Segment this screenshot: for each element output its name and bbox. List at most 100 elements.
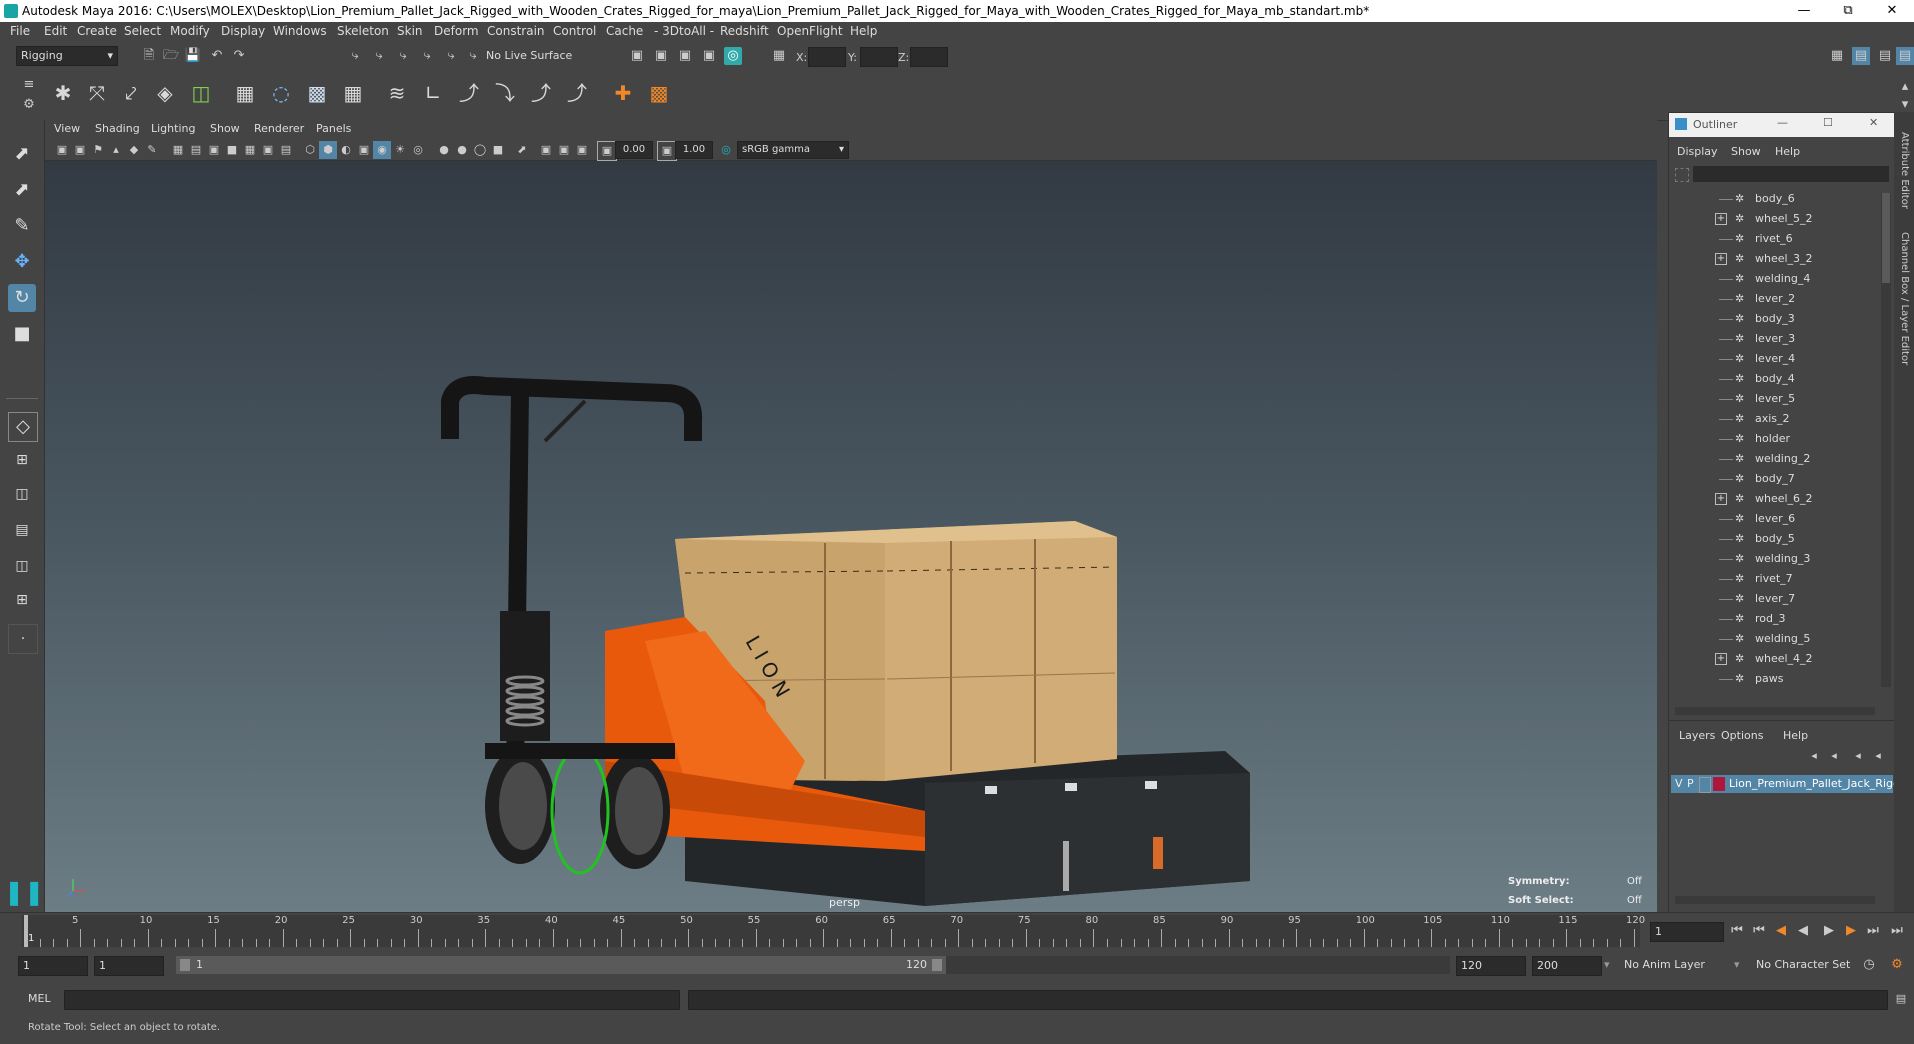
go-to-start-icon[interactable]: ⏮ bbox=[1728, 922, 1746, 940]
lattice-icon[interactable]: ▦ bbox=[338, 78, 368, 108]
exposure-icon[interactable]: ▣ bbox=[597, 141, 617, 161]
outliner-item[interactable]: + ✲ wheel_6_2 bbox=[1669, 489, 1879, 509]
menu-select[interactable]: Select bbox=[124, 24, 161, 38]
outliner-item[interactable]: ✲ paws bbox=[1669, 669, 1879, 689]
character-set-dropdown[interactable]: No Character Set bbox=[1756, 958, 1850, 971]
outliner-menu-show[interactable]: Show bbox=[1731, 145, 1761, 158]
panel-menu-show[interactable]: Show bbox=[210, 122, 240, 135]
go-to-end-icon[interactable]: ⏭ bbox=[1888, 922, 1906, 940]
menu-edit[interactable]: Edit bbox=[44, 24, 67, 38]
hypershade-icon[interactable]: ◎ bbox=[724, 47, 742, 65]
select-object-icon[interactable]: ⤷ bbox=[370, 47, 388, 65]
menu-create[interactable]: Create bbox=[77, 24, 117, 38]
parent-constraint-icon[interactable]: ≋ bbox=[382, 78, 412, 108]
shelf-tab-menu-icon[interactable]: ≡ bbox=[20, 76, 38, 94]
outliner-item[interactable]: ✲ rod_3 bbox=[1669, 609, 1879, 629]
grid-toggle-icon[interactable]: ▦ bbox=[169, 141, 187, 159]
joint-tool-icon[interactable]: ✱ bbox=[48, 78, 78, 108]
anim-layer-dropdown[interactable]: No Anim Layer bbox=[1624, 958, 1705, 971]
range-end-handle[interactable] bbox=[932, 959, 942, 971]
wireframe-icon[interactable]: ⬡ bbox=[301, 141, 319, 159]
quick-rig-icon[interactable]: ▦ bbox=[230, 78, 260, 108]
menu-redshift[interactable]: Redshift bbox=[720, 24, 769, 38]
outliner-item[interactable]: + ✲ wheel_4_2 bbox=[1669, 649, 1879, 669]
select-component-icon[interactable]: ⤷ bbox=[394, 47, 412, 65]
layer-type-toggle[interactable] bbox=[1699, 777, 1711, 793]
image-plane-icon[interactable]: ▴ bbox=[107, 141, 125, 159]
attribute-editor-toggle-icon[interactable]: ▤ bbox=[1852, 47, 1870, 65]
smooth-shade-icon[interactable]: ⬢ bbox=[319, 141, 337, 159]
depth-of-field-icon[interactable]: ■ bbox=[489, 141, 507, 159]
panel-menu-shading[interactable]: Shading bbox=[95, 122, 140, 135]
panel-menu-renderer[interactable]: Renderer bbox=[254, 122, 304, 135]
resolution-gate-icon[interactable]: ▣ bbox=[205, 141, 223, 159]
outliner-item[interactable]: ✲ lever_2 bbox=[1669, 289, 1879, 309]
redo-icon[interactable]: ↷ bbox=[230, 47, 248, 65]
pole-vector-constraint-icon[interactable]: ⤴ bbox=[562, 78, 592, 108]
layer-playback-toggle[interactable]: P bbox=[1687, 777, 1694, 790]
insert-joint-icon[interactable]: ⤧ bbox=[82, 78, 112, 108]
outliner-item[interactable]: ✲ rivet_7 bbox=[1669, 569, 1879, 589]
select-hierarchy-icon[interactable]: ⤷ bbox=[346, 47, 364, 65]
ik-handle-icon[interactable]: ◫ bbox=[186, 78, 216, 108]
menu-file[interactable]: File bbox=[10, 24, 30, 38]
persp-graph-layout-icon[interactable]: ▤ bbox=[8, 516, 36, 544]
outliner-item[interactable]: ✲ welding_2 bbox=[1669, 449, 1879, 469]
menu-constrain[interactable]: Constrain bbox=[487, 24, 545, 38]
outliner-filter-icon[interactable] bbox=[1675, 168, 1689, 182]
new-empty-layer-icon[interactable]: ◂ bbox=[1849, 747, 1867, 765]
menu-deform[interactable]: Deform bbox=[434, 24, 479, 38]
point-constraint-icon[interactable]: ∟ bbox=[418, 78, 448, 108]
scale-constraint-icon[interactable]: ⤴ bbox=[526, 78, 556, 108]
outliner-menu-display[interactable]: Display bbox=[1677, 145, 1718, 158]
backface-icon[interactable]: ▣ bbox=[573, 141, 591, 159]
snap-curve-icon[interactable]: ⤷ bbox=[442, 47, 460, 65]
gamma-icon[interactable]: ▣ bbox=[657, 141, 677, 161]
outliner-maximize-icon[interactable]: ☐ bbox=[1823, 116, 1833, 129]
field-chart-icon[interactable]: ▦ bbox=[241, 141, 259, 159]
close-window-button[interactable]: ✕ bbox=[1870, 0, 1914, 22]
use-all-lights-icon[interactable]: ◉ bbox=[373, 141, 391, 159]
attribute-editor-tab[interactable]: Attribute Editor bbox=[1898, 132, 1910, 209]
expand-icon[interactable]: + bbox=[1715, 253, 1727, 265]
channel-box-toggle-icon[interactable]: ▤ bbox=[1896, 47, 1914, 65]
menu-control[interactable]: Control bbox=[553, 24, 596, 38]
outliner-close-icon[interactable]: ✕ bbox=[1869, 116, 1878, 129]
layer-row[interactable]: V P Lion_Premium_Pallet_Jack_Rigge bbox=[1671, 775, 1907, 793]
modeling-toolkit-icon[interactable]: ▦ bbox=[1828, 47, 1846, 65]
outliner-item[interactable]: ✲ lever_4 bbox=[1669, 349, 1879, 369]
paint-weights-icon[interactable]: ▩ bbox=[302, 78, 332, 108]
gamma-field[interactable]: 1.00 bbox=[675, 141, 713, 159]
command-input[interactable] bbox=[64, 990, 680, 1010]
select-tool-icon[interactable]: ⬈ bbox=[8, 140, 36, 168]
mode-dropdown[interactable]: Rigging ▾ bbox=[16, 46, 118, 66]
outliner-item[interactable]: ✲ body_6 bbox=[1669, 189, 1879, 209]
select-camera-icon[interactable]: ▣ bbox=[53, 141, 71, 159]
menu-skin[interactable]: Skin bbox=[397, 24, 423, 38]
ambient-occlusion-icon[interactable]: ● bbox=[435, 141, 453, 159]
menu-modify[interactable]: Modify bbox=[170, 24, 210, 38]
menu-display[interactable]: Display bbox=[221, 24, 265, 38]
layers-horizontal-scrollbar[interactable] bbox=[1675, 896, 1875, 904]
layer-color-swatch[interactable] bbox=[1713, 777, 1725, 791]
outliner-item[interactable]: ✲ rivet_6 bbox=[1669, 229, 1879, 249]
time-slider-track[interactable]: 5 10 15 20 25 30 35 40 45 50 55 60 65 70 75 80 85 90 95 100… bbox=[22, 915, 1645, 947]
live-surface-label[interactable]: No Live Surface bbox=[486, 47, 572, 65]
motion-blur-icon[interactable]: ● bbox=[453, 141, 471, 159]
outliner-item[interactable]: ✲ welding_5 bbox=[1669, 629, 1879, 649]
move-layer-up-icon[interactable]: ◂ bbox=[1805, 747, 1823, 765]
x-coordinate-field[interactable] bbox=[808, 47, 846, 67]
open-scene-icon[interactable]: 🗁 bbox=[162, 47, 180, 65]
scale-tool-icon[interactable]: ■ bbox=[8, 320, 36, 348]
paint-select-tool-icon[interactable]: ✎ bbox=[8, 212, 36, 240]
grease-pencil-icon[interactable]: ✎ bbox=[143, 141, 161, 159]
current-frame-field[interactable]: 1 bbox=[1650, 922, 1724, 942]
locator-icon[interactable]: ✚ bbox=[608, 78, 638, 108]
outliner-item[interactable]: ✲ body_3 bbox=[1669, 309, 1879, 329]
single-view-icon[interactable]: ◇ bbox=[8, 412, 38, 442]
outliner-item[interactable]: ✲ body_5 bbox=[1669, 529, 1879, 549]
bookmark-icon[interactable]: ⚑ bbox=[89, 141, 107, 159]
tool-settings-icon[interactable]: ▤ bbox=[1876, 47, 1894, 65]
menu-cache[interactable]: Cache bbox=[606, 24, 643, 38]
outliner-horizontal-scrollbar[interactable] bbox=[1675, 707, 1875, 715]
